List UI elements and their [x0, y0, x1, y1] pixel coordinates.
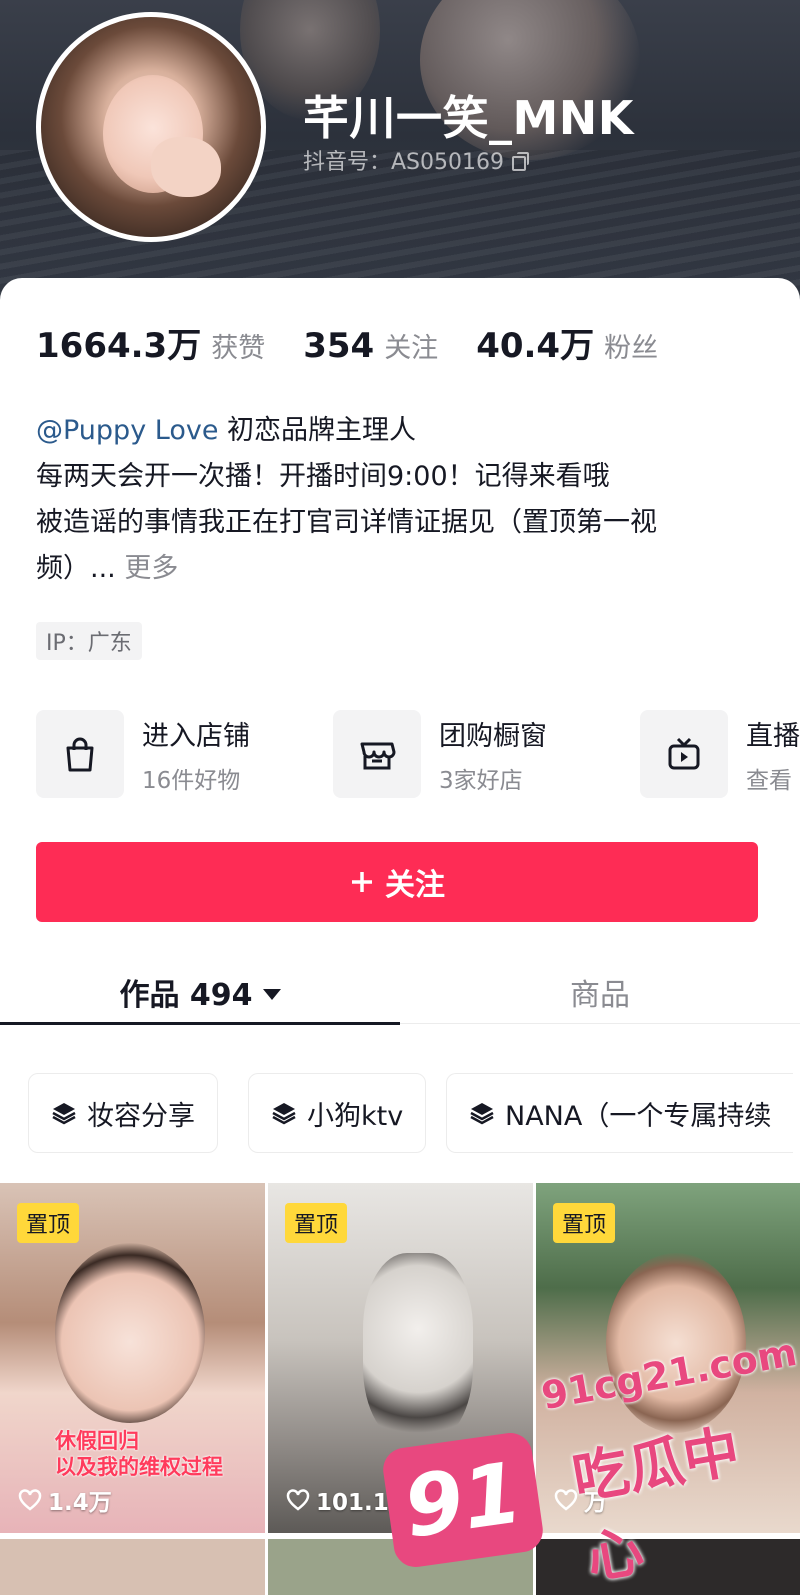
pinned-badge: 置顶 [17, 1203, 80, 1243]
stat-value: 354 [303, 326, 375, 366]
pinned-badge: 置顶 [553, 1203, 616, 1243]
video-likes: 1.4万 [18, 1483, 112, 1517]
shop-subtitle: 3家好店 [439, 767, 523, 794]
chip-label: NANA（一个专属持续 [505, 1100, 772, 1132]
store-icon [333, 710, 421, 798]
chip-label: 小狗ktv [307, 1100, 404, 1132]
layers-icon [470, 1103, 494, 1125]
stats-row: 1664.3万 获赞 354 关注 40.4万 粉丝 [36, 318, 658, 367]
shop-title: 进入店铺 [142, 720, 250, 752]
follow-button[interactable]: 关注 [36, 842, 758, 922]
stat-likes[interactable]: 1664.3万 获赞 [36, 318, 265, 367]
layers-icon [52, 1103, 76, 1125]
shop-title: 直播 [746, 720, 800, 752]
bio-text: 频）... [36, 553, 116, 584]
copy-icon[interactable] [512, 152, 529, 171]
shop-entry-groupbuy[interactable]: 团购橱窗 3家好店 [333, 708, 547, 800]
stat-following[interactable]: 354 关注 [303, 326, 438, 366]
shop-subtitle: 查看 [746, 767, 792, 794]
stat-label: 粉丝 [604, 333, 659, 364]
collection-chip[interactable]: 小狗ktv [248, 1073, 427, 1153]
bio: @Puppy Love 初恋品牌主理人 每两天会开一次播！开播时间9:00！记得… [36, 408, 776, 592]
stat-value: 1664.3万 [36, 326, 202, 366]
shop-subtitle: 16件好物 [142, 767, 241, 794]
heart-icon [18, 1489, 42, 1511]
caret-down-icon [262, 988, 281, 1000]
video-tile[interactable] [0, 1539, 265, 1595]
collection-chip[interactable]: NANA（一个专属持续 [446, 1073, 794, 1153]
layers-icon [272, 1103, 296, 1125]
video-thumbnail-figure [363, 1253, 473, 1443]
content-tabs: 作品 494 商品 [0, 960, 800, 1025]
pinned-badge: 置顶 [285, 1203, 348, 1243]
collection-chip[interactable]: 妆容分享 [28, 1073, 218, 1153]
more-link[interactable]: 更多 [116, 553, 178, 584]
stat-label: 获赞 [211, 333, 266, 364]
bio-line: @Puppy Love 初恋品牌主理人 [36, 408, 776, 454]
follow-label: 关注 [385, 868, 445, 903]
shop-title: 团购橱窗 [439, 720, 547, 752]
shopping-bag-icon [36, 710, 124, 798]
likes-count: 1.4万 [48, 1490, 112, 1516]
heart-icon [554, 1489, 578, 1511]
tv-icon [640, 710, 728, 798]
stat-label: 关注 [384, 333, 439, 364]
bio-line: 每两天会开一次播！开播时间9:00！记得来看哦 [36, 461, 610, 492]
video-thumbnail-figure [55, 1243, 205, 1423]
tab-works[interactable]: 作品 494 [0, 960, 400, 1024]
avatar-hand [151, 137, 221, 197]
tab-products[interactable]: 商品 [400, 960, 800, 1024]
stat-followers[interactable]: 40.4万 粉丝 [476, 318, 658, 367]
chip-label: 妆容分享 [87, 1100, 195, 1132]
douyin-id-text: 抖音号：AS050169 [303, 150, 504, 175]
tab-label: 作品 494 [119, 978, 253, 1013]
plus-icon [352, 872, 372, 892]
shop-entry-live[interactable]: 直播 查看 [640, 708, 800, 800]
ip-location-tag: IP：广东 [36, 622, 142, 660]
collection-chips: 妆容分享 小狗ktv NANA（一个专属持续 [28, 1073, 800, 1153]
avatar[interactable] [36, 12, 266, 242]
tab-indicator [0, 1022, 400, 1025]
bio-text: 初恋品牌主理人 [218, 415, 417, 446]
bio-line: 频）... 更多 [36, 546, 776, 592]
tab-label: 商品 [570, 978, 630, 1013]
douyin-id[interactable]: 抖音号：AS050169 [303, 144, 529, 176]
profile-sheet: 1664.3万 获赞 354 关注 40.4万 粉丝 @Puppy Love 初… [0, 278, 800, 1595]
stat-value: 40.4万 [476, 326, 595, 366]
username: 芊川一笑_MNK [303, 91, 634, 145]
mention-link[interactable]: @Puppy Love [36, 415, 218, 446]
shop-entry-store[interactable]: 进入店铺 16件好物 [36, 708, 250, 800]
heart-icon [286, 1489, 310, 1511]
bio-line: 被造谣的事情我正在打官司详情证据见（置顶第一视 [36, 507, 657, 538]
video-overlay-text: 休假回归 以及我的维权过程 [55, 1429, 223, 1479]
watermark-logo: 91 [380, 1430, 546, 1570]
shop-entries: 进入店铺 16件好物 团购橱窗 3家好店 直播 查看 [36, 708, 800, 800]
video-tile[interactable]: 置顶 休假回归 以及我的维权过程 1.4万 [0, 1183, 265, 1533]
